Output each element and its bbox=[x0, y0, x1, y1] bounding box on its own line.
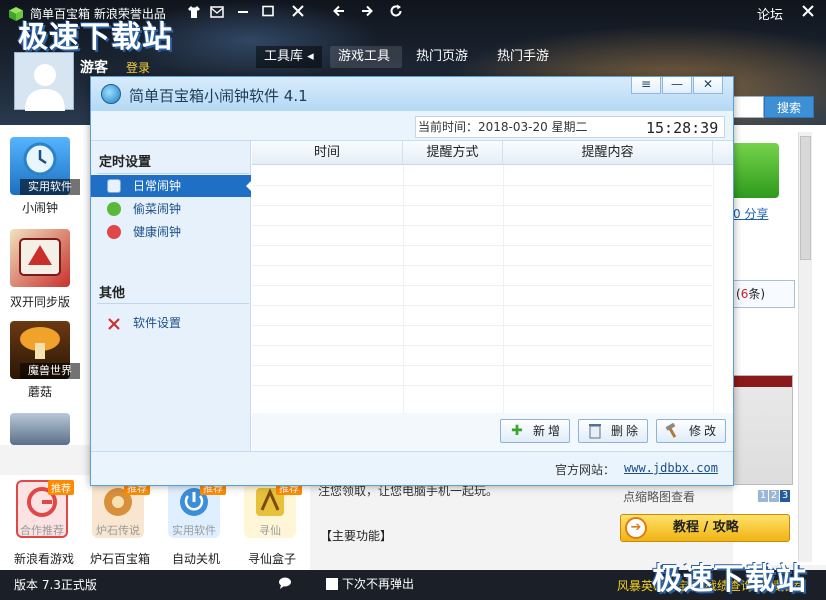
page-button[interactable]: 1 bbox=[758, 490, 768, 502]
menu-icon[interactable]: ≡ bbox=[631, 77, 661, 94]
calendar-icon bbox=[107, 179, 121, 193]
tab-toolbox[interactable]: 工具库 ◂ bbox=[256, 46, 322, 68]
add-button[interactable]: ✚ 新增 bbox=[500, 419, 570, 443]
clock: 15:28:39 bbox=[646, 119, 719, 137]
avatar[interactable] bbox=[14, 52, 74, 111]
search-button[interactable]: 搜索 bbox=[764, 96, 814, 118]
hammer-icon bbox=[665, 422, 681, 439]
sidebar-item-steal-vegetable-alarm[interactable]: 偷菜闹钟 bbox=[91, 198, 251, 220]
maximize-icon[interactable] bbox=[257, 3, 279, 23]
trash-icon bbox=[587, 423, 603, 439]
watermark: 极速下载站 bbox=[652, 562, 807, 597]
table-header: 时间 提醒方式 提醒内容 bbox=[252, 141, 733, 165]
website-link[interactable]: www.jdbbx.com bbox=[624, 461, 718, 475]
mushroom-icon: 魔兽世界 bbox=[10, 321, 80, 379]
caret-left-icon: ◂ bbox=[307, 49, 314, 64]
column-reminder-type: 提醒方式 bbox=[403, 141, 503, 165]
sidebar-item-health-alarm[interactable]: 健康闹钟 bbox=[91, 221, 251, 243]
close-icon[interactable] bbox=[287, 3, 309, 23]
app-grid: 实用软件 小闹钟 双开同步版 魔兽世界 蘑菇 bbox=[0, 125, 92, 445]
app-tile[interactable]: 双开同步版 bbox=[0, 229, 90, 309]
arrow-right-icon: ➔ bbox=[625, 517, 647, 539]
chat-icon[interactable] bbox=[278, 576, 292, 593]
guide-button[interactable]: ➔ 教程 / 攻略 bbox=[620, 514, 790, 542]
column-reminder-content: 提醒内容 bbox=[503, 141, 713, 165]
thumbnail-pager: 123 bbox=[758, 490, 791, 502]
forum-link[interactable]: 论坛 bbox=[757, 4, 783, 23]
section-timer-settings: 定时设置 bbox=[99, 155, 152, 170]
time-bar: 当前时间：2018-03-20 星期二 15:28:39 bbox=[91, 111, 733, 141]
screenshot-thumbnail[interactable] bbox=[733, 375, 793, 485]
watermark: 极速下载站 bbox=[18, 20, 173, 55]
dialog-sidebar: 定时设置 日常闹钟 偷菜闹钟 健康闹钟 其他 软件设置 bbox=[91, 141, 252, 451]
no-popup-checkbox[interactable]: 下次不再弹出 bbox=[326, 575, 414, 592]
message-icon[interactable] bbox=[208, 5, 226, 21]
edit-button[interactable]: 修改 bbox=[656, 419, 726, 443]
scrollbar[interactable] bbox=[798, 132, 812, 562]
close-icon[interactable] bbox=[797, 3, 819, 23]
tools-icon bbox=[107, 316, 121, 330]
tree-icon bbox=[107, 202, 121, 216]
version-label: 版本 7.3正式版 bbox=[14, 578, 97, 592]
alarm-dialog: 简单百宝箱小闹钟软件 4.1 ≡ — ✕ 当前时间：2018-03-20 星期二… bbox=[90, 76, 734, 486]
website-label: 官方网站： bbox=[555, 463, 616, 477]
alarm-clock-icon: 实用软件 bbox=[10, 137, 80, 195]
page-button[interactable]: 2 bbox=[769, 490, 779, 502]
heart-icon bbox=[107, 225, 121, 239]
shirt-icon[interactable] bbox=[185, 5, 203, 21]
action-bar: ✚ 新增 删除 修改 bbox=[252, 413, 733, 451]
sidebar-item-software-settings[interactable]: 软件设置 bbox=[91, 312, 251, 334]
plus-icon: ✚ bbox=[511, 423, 523, 439]
tab-game-tools[interactable]: 游戏工具 bbox=[330, 46, 402, 68]
forward-arrow-icon[interactable] bbox=[356, 3, 378, 23]
tab-hot-mobile-games[interactable]: 热门手游 bbox=[497, 46, 549, 68]
bottom-app-row: 推荐 合作推荐 新浪看游戏 推荐 炉石传说 炉石百宝箱 推荐 实用软件 自动关机… bbox=[0, 475, 310, 570]
login-link[interactable]: 登录 bbox=[126, 59, 150, 76]
current-date: 当前时间：2018-03-20 星期二 bbox=[418, 120, 588, 134]
section-other: 其他 bbox=[99, 286, 126, 301]
dnf-game-icon bbox=[10, 229, 70, 287]
alarm-table: 时间 提醒方式 提醒内容 bbox=[252, 141, 733, 413]
app-tile[interactable] bbox=[0, 413, 90, 445]
features-heading: 【主要功能】 bbox=[320, 529, 393, 543]
page-button[interactable]: 3 bbox=[780, 490, 790, 502]
dialog-titlebar[interactable]: 简单百宝箱小闹钟软件 4.1 ≡ — ✕ bbox=[91, 77, 733, 111]
count-box: (6条) bbox=[733, 280, 795, 308]
sidebar-item-daily-alarm[interactable]: 日常闹钟 bbox=[91, 175, 252, 197]
app-tile[interactable]: 魔兽世界 蘑菇 bbox=[0, 321, 90, 401]
minimize-icon[interactable]: — bbox=[662, 77, 692, 94]
minimize-icon[interactable] bbox=[232, 3, 254, 23]
column-time: 时间 bbox=[252, 141, 403, 165]
tab-hot-web-games[interactable]: 热门页游 bbox=[416, 46, 468, 68]
scrollbar-thumb[interactable] bbox=[800, 136, 811, 260]
close-icon[interactable]: ✕ bbox=[693, 77, 723, 94]
alarm-app-logo-icon bbox=[101, 84, 121, 104]
refresh-icon[interactable] bbox=[385, 3, 407, 23]
back-arrow-icon[interactable] bbox=[328, 3, 350, 23]
app-tile[interactable]: 实用软件 小闹钟 bbox=[0, 137, 90, 217]
green-download-button[interactable] bbox=[733, 143, 779, 198]
dialog-title: 简单百宝箱小闹钟软件 4.1 bbox=[129, 87, 308, 105]
checkbox-icon bbox=[326, 578, 338, 590]
share-link[interactable]: 0 分享 bbox=[733, 205, 768, 222]
current-time-box: 当前时间：2018-03-20 星期二 15:28:39 bbox=[415, 116, 725, 138]
username: 游客 bbox=[80, 60, 108, 76]
search-input[interactable] bbox=[733, 96, 764, 118]
dialog-footer: 官方网站： www.jdbbx.com bbox=[91, 451, 733, 485]
thumbnail-hint: 点缩略图查看 bbox=[623, 490, 696, 504]
delete-button[interactable]: 删除 bbox=[578, 419, 648, 443]
tool-icon bbox=[10, 413, 70, 445]
